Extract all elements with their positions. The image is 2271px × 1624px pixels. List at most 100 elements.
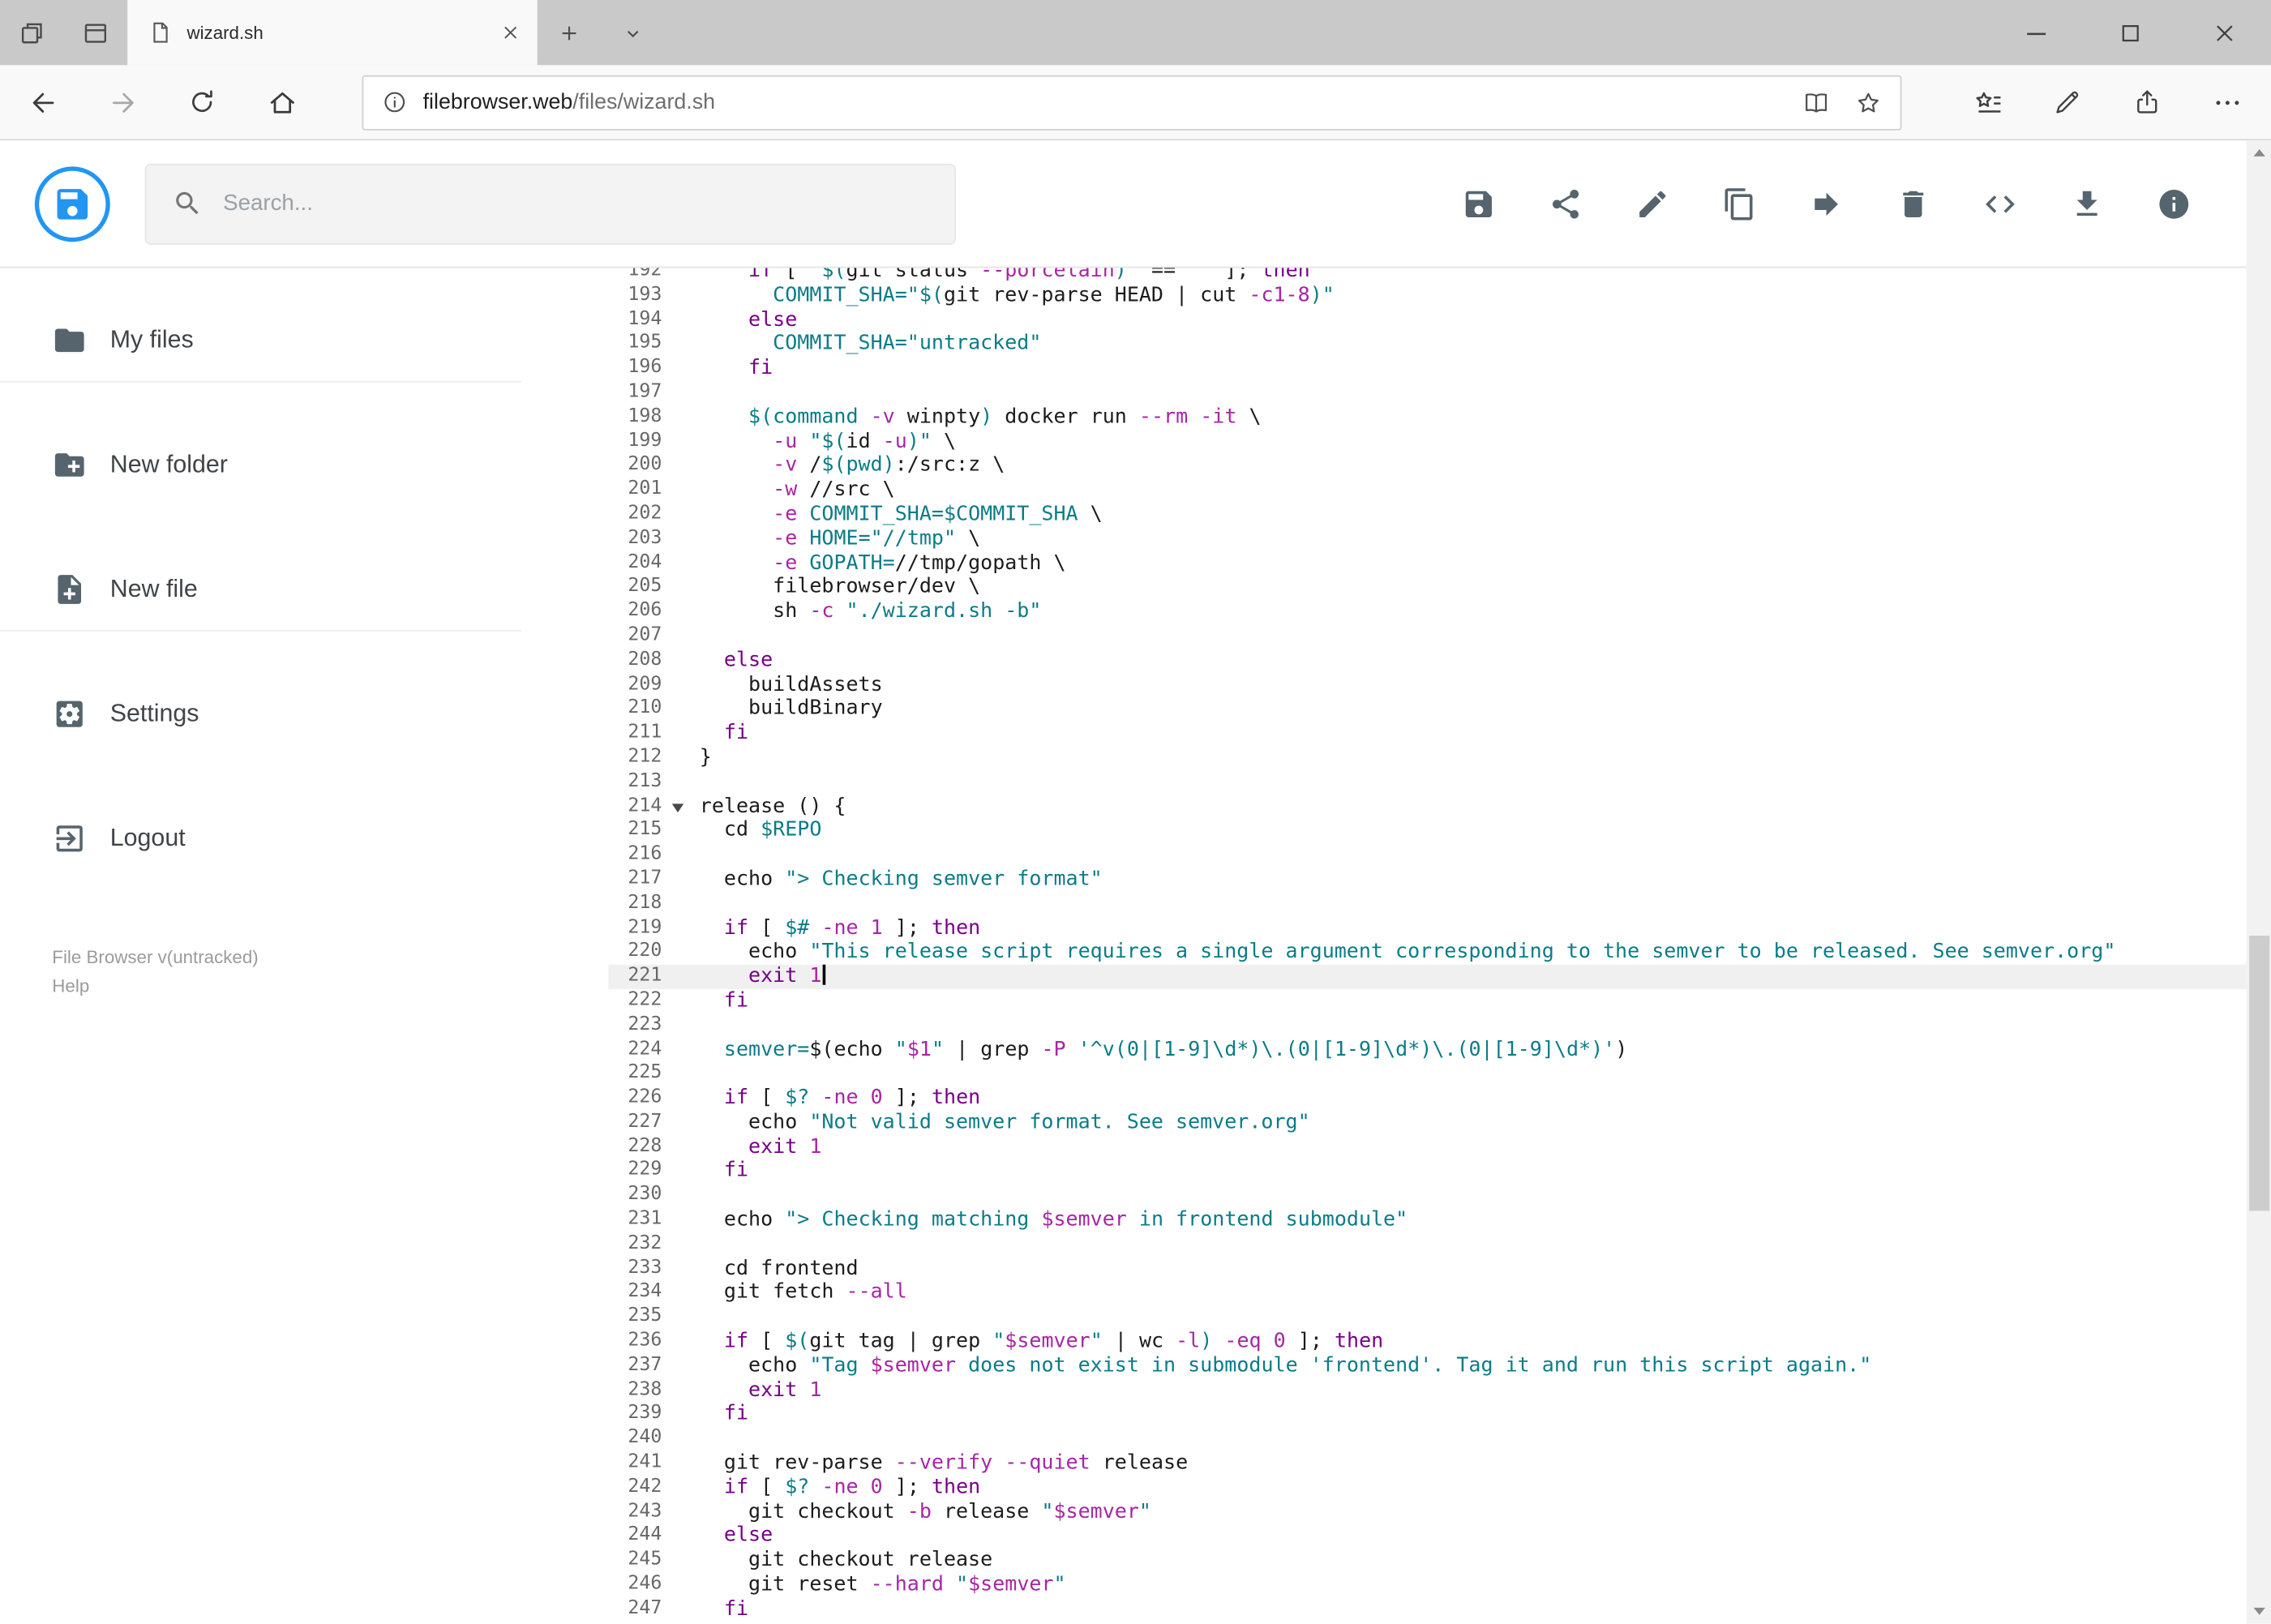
fold-arrow-icon[interactable] (671, 803, 684, 812)
code-line[interactable]: 237 echo "Tag $semver does not exist in … (521, 1354, 2247, 1378)
code-line[interactable]: 229 fi (521, 1159, 2247, 1184)
move-icon[interactable] (1809, 186, 1844, 221)
code-line[interactable]: 238 exit 1 (521, 1378, 2247, 1403)
code-line[interactable]: 194 else (521, 308, 2247, 332)
code-line[interactable]: 230 (521, 1184, 2247, 1208)
tab-preview-toggle[interactable] (601, 0, 665, 65)
scroll-down-arrow-icon[interactable] (2252, 1607, 2265, 1615)
share-page-button[interactable] (2107, 64, 2187, 139)
code-line[interactable]: 204 -e GOPATH=//tmp/gopath \ (521, 551, 2247, 576)
code-line[interactable]: 227 echo "Not valid semver format. See s… (521, 1111, 2247, 1135)
code-line[interactable]: 208 else (521, 649, 2247, 673)
code-line[interactable]: 220 echo "This release script requires a… (521, 941, 2247, 965)
code-line[interactable]: 210 buildBinary (521, 697, 2247, 722)
set-tabs-aside-button[interactable] (0, 0, 64, 65)
info-icon[interactable] (2157, 186, 2192, 221)
code-line[interactable]: 225 (521, 1062, 2247, 1086)
code-line[interactable]: 211 fi (521, 722, 2247, 746)
code-line[interactable]: 244 else (521, 1524, 2247, 1549)
code-line[interactable]: 218 (521, 892, 2247, 916)
code-line[interactable]: 203 -e HOME="//tmp" \ (521, 527, 2247, 551)
code-line[interactable]: 223 (521, 1013, 2247, 1038)
code-line[interactable]: 234 git fetch --all (521, 1281, 2247, 1305)
code-line[interactable]: 207 (521, 624, 2247, 649)
help-link[interactable]: Help (52, 972, 258, 1001)
web-note-button[interactable] (2028, 64, 2107, 139)
code-line[interactable]: 200 -v /$(pwd):/src:z \ (521, 454, 2247, 478)
settings-more-button[interactable] (2187, 64, 2266, 139)
code-line[interactable]: 222 fi (521, 989, 2247, 1013)
code-line[interactable]: 247 fi (521, 1597, 2247, 1622)
copy-icon[interactable] (1722, 186, 1757, 221)
sidebar-item-new-file[interactable]: New file (0, 547, 521, 630)
code-line[interactable]: 233 cd frontend (521, 1257, 2247, 1281)
code-line[interactable]: 240 (521, 1427, 2247, 1451)
home-button[interactable] (242, 64, 321, 139)
code-line[interactable]: 241 git rev-parse --verify --quiet relea… (521, 1451, 2247, 1476)
sidebar-item-new-folder[interactable]: New folder (0, 423, 521, 506)
code-line[interactable]: 217 echo "> Checking semver format" (521, 868, 2247, 892)
reading-view-button[interactable] (1802, 88, 1831, 117)
save-icon[interactable] (1461, 186, 1496, 221)
code-line[interactable]: 192 if [ "$(git status --porcelain)" == … (521, 268, 2247, 283)
browser-tab[interactable]: wizard.sh (127, 0, 538, 66)
code-line[interactable]: 196 fi (521, 357, 2247, 381)
code-line[interactable]: 209 buildAssets (521, 673, 2247, 697)
code-line[interactable]: 195 COMMIT_SHA="untracked" (521, 332, 2247, 357)
sidebar-item-logout[interactable]: Logout (0, 796, 521, 879)
code-line[interactable]: 201 -w //src \ (521, 478, 2247, 503)
add-favorite-button[interactable] (1854, 88, 1883, 117)
refresh-button[interactable] (162, 64, 242, 139)
code-line[interactable]: 236 if [ $(git tag | grep "$semver" | wc… (521, 1330, 2247, 1354)
code-line[interactable]: 215 cd $REPO (521, 819, 2247, 843)
page-info-icon[interactable] (381, 88, 409, 116)
code-line[interactable]: 246 git reset --hard "$semver" (521, 1573, 2247, 1597)
download-icon[interactable] (2070, 186, 2105, 221)
scrollbar-thumb[interactable] (2248, 935, 2269, 1211)
code-line[interactable]: 198 $(command -v winpty) docker run --rm… (521, 405, 2247, 430)
scroll-up-arrow-icon[interactable] (2252, 148, 2265, 156)
sidebar-item-my-files[interactable]: My files (0, 298, 521, 381)
hub-button[interactable] (1948, 64, 2028, 139)
address-bar[interactable]: filebrowser.web /files/wizard.sh (362, 74, 1902, 130)
code-line[interactable]: 239 fi (521, 1403, 2247, 1427)
code-line[interactable]: 231 echo "> Checking matching $semver in… (521, 1208, 2247, 1232)
code-line[interactable]: 214 release () { (521, 795, 2247, 819)
code-line[interactable]: 243 git checkout -b release "$semver" (521, 1500, 2247, 1524)
code-line[interactable]: 197 (521, 381, 2247, 405)
search-input[interactable] (223, 190, 929, 217)
code-line[interactable]: 232 (521, 1232, 2247, 1257)
code-line[interactable]: 199 -u "$(id -u)" \ (521, 430, 2247, 454)
tab-close-icon[interactable] (501, 24, 520, 42)
filebrowser-logo[interactable] (34, 165, 110, 242)
close-window-button[interactable] (2177, 0, 2271, 65)
code-line[interactable]: 216 (521, 843, 2247, 868)
rename-icon[interactable] (1635, 186, 1670, 221)
sidebar-item-settings[interactable]: Settings (0, 672, 521, 755)
tabs-aside-list-button[interactable] (64, 0, 128, 65)
code-line[interactable]: 219 if [ $# -ne 1 ]; then (521, 916, 2247, 941)
code-line[interactable]: 213 (521, 770, 2247, 795)
code-editor[interactable]: 192 if [ "$(git status --porcelain)" == … (521, 268, 2271, 1623)
code-line[interactable]: 202 -e COMMIT_SHA=$COMMIT_SHA \ (521, 503, 2247, 527)
minimize-button[interactable] (1989, 0, 2083, 65)
code-line[interactable]: 193 COMMIT_SHA="$(git rev-parse HEAD | c… (521, 284, 2247, 308)
code-line[interactable]: 226 if [ $? -ne 0 ]; then (521, 1086, 2247, 1111)
code-line[interactable]: 235 (521, 1305, 2247, 1330)
code-line[interactable]: 242 if [ $? -ne 0 ]; then (521, 1476, 2247, 1500)
share-icon[interactable] (1549, 186, 1583, 221)
new-tab-button[interactable] (538, 0, 602, 65)
back-button[interactable] (3, 64, 83, 139)
forward-button[interactable] (83, 64, 162, 139)
page-scrollbar[interactable] (2246, 140, 2271, 1624)
code-line[interactable]: 245 git checkout release (521, 1549, 2247, 1573)
code-line[interactable]: 212} (521, 746, 2247, 770)
code-line[interactable]: 224 semver=$(echo "$1" | grep -P '^v(0|[… (521, 1038, 2247, 1062)
code-line[interactable]: 205 filebrowser/dev \ (521, 576, 2247, 600)
maximize-button[interactable] (2083, 0, 2177, 65)
search-box[interactable] (144, 162, 956, 244)
delete-icon[interactable] (1896, 186, 1930, 221)
code-line[interactable]: 221 exit 1 (521, 964, 2271, 989)
raw-view-icon[interactable] (1983, 186, 2018, 221)
code-line[interactable]: 228 exit 1 (521, 1135, 2247, 1159)
